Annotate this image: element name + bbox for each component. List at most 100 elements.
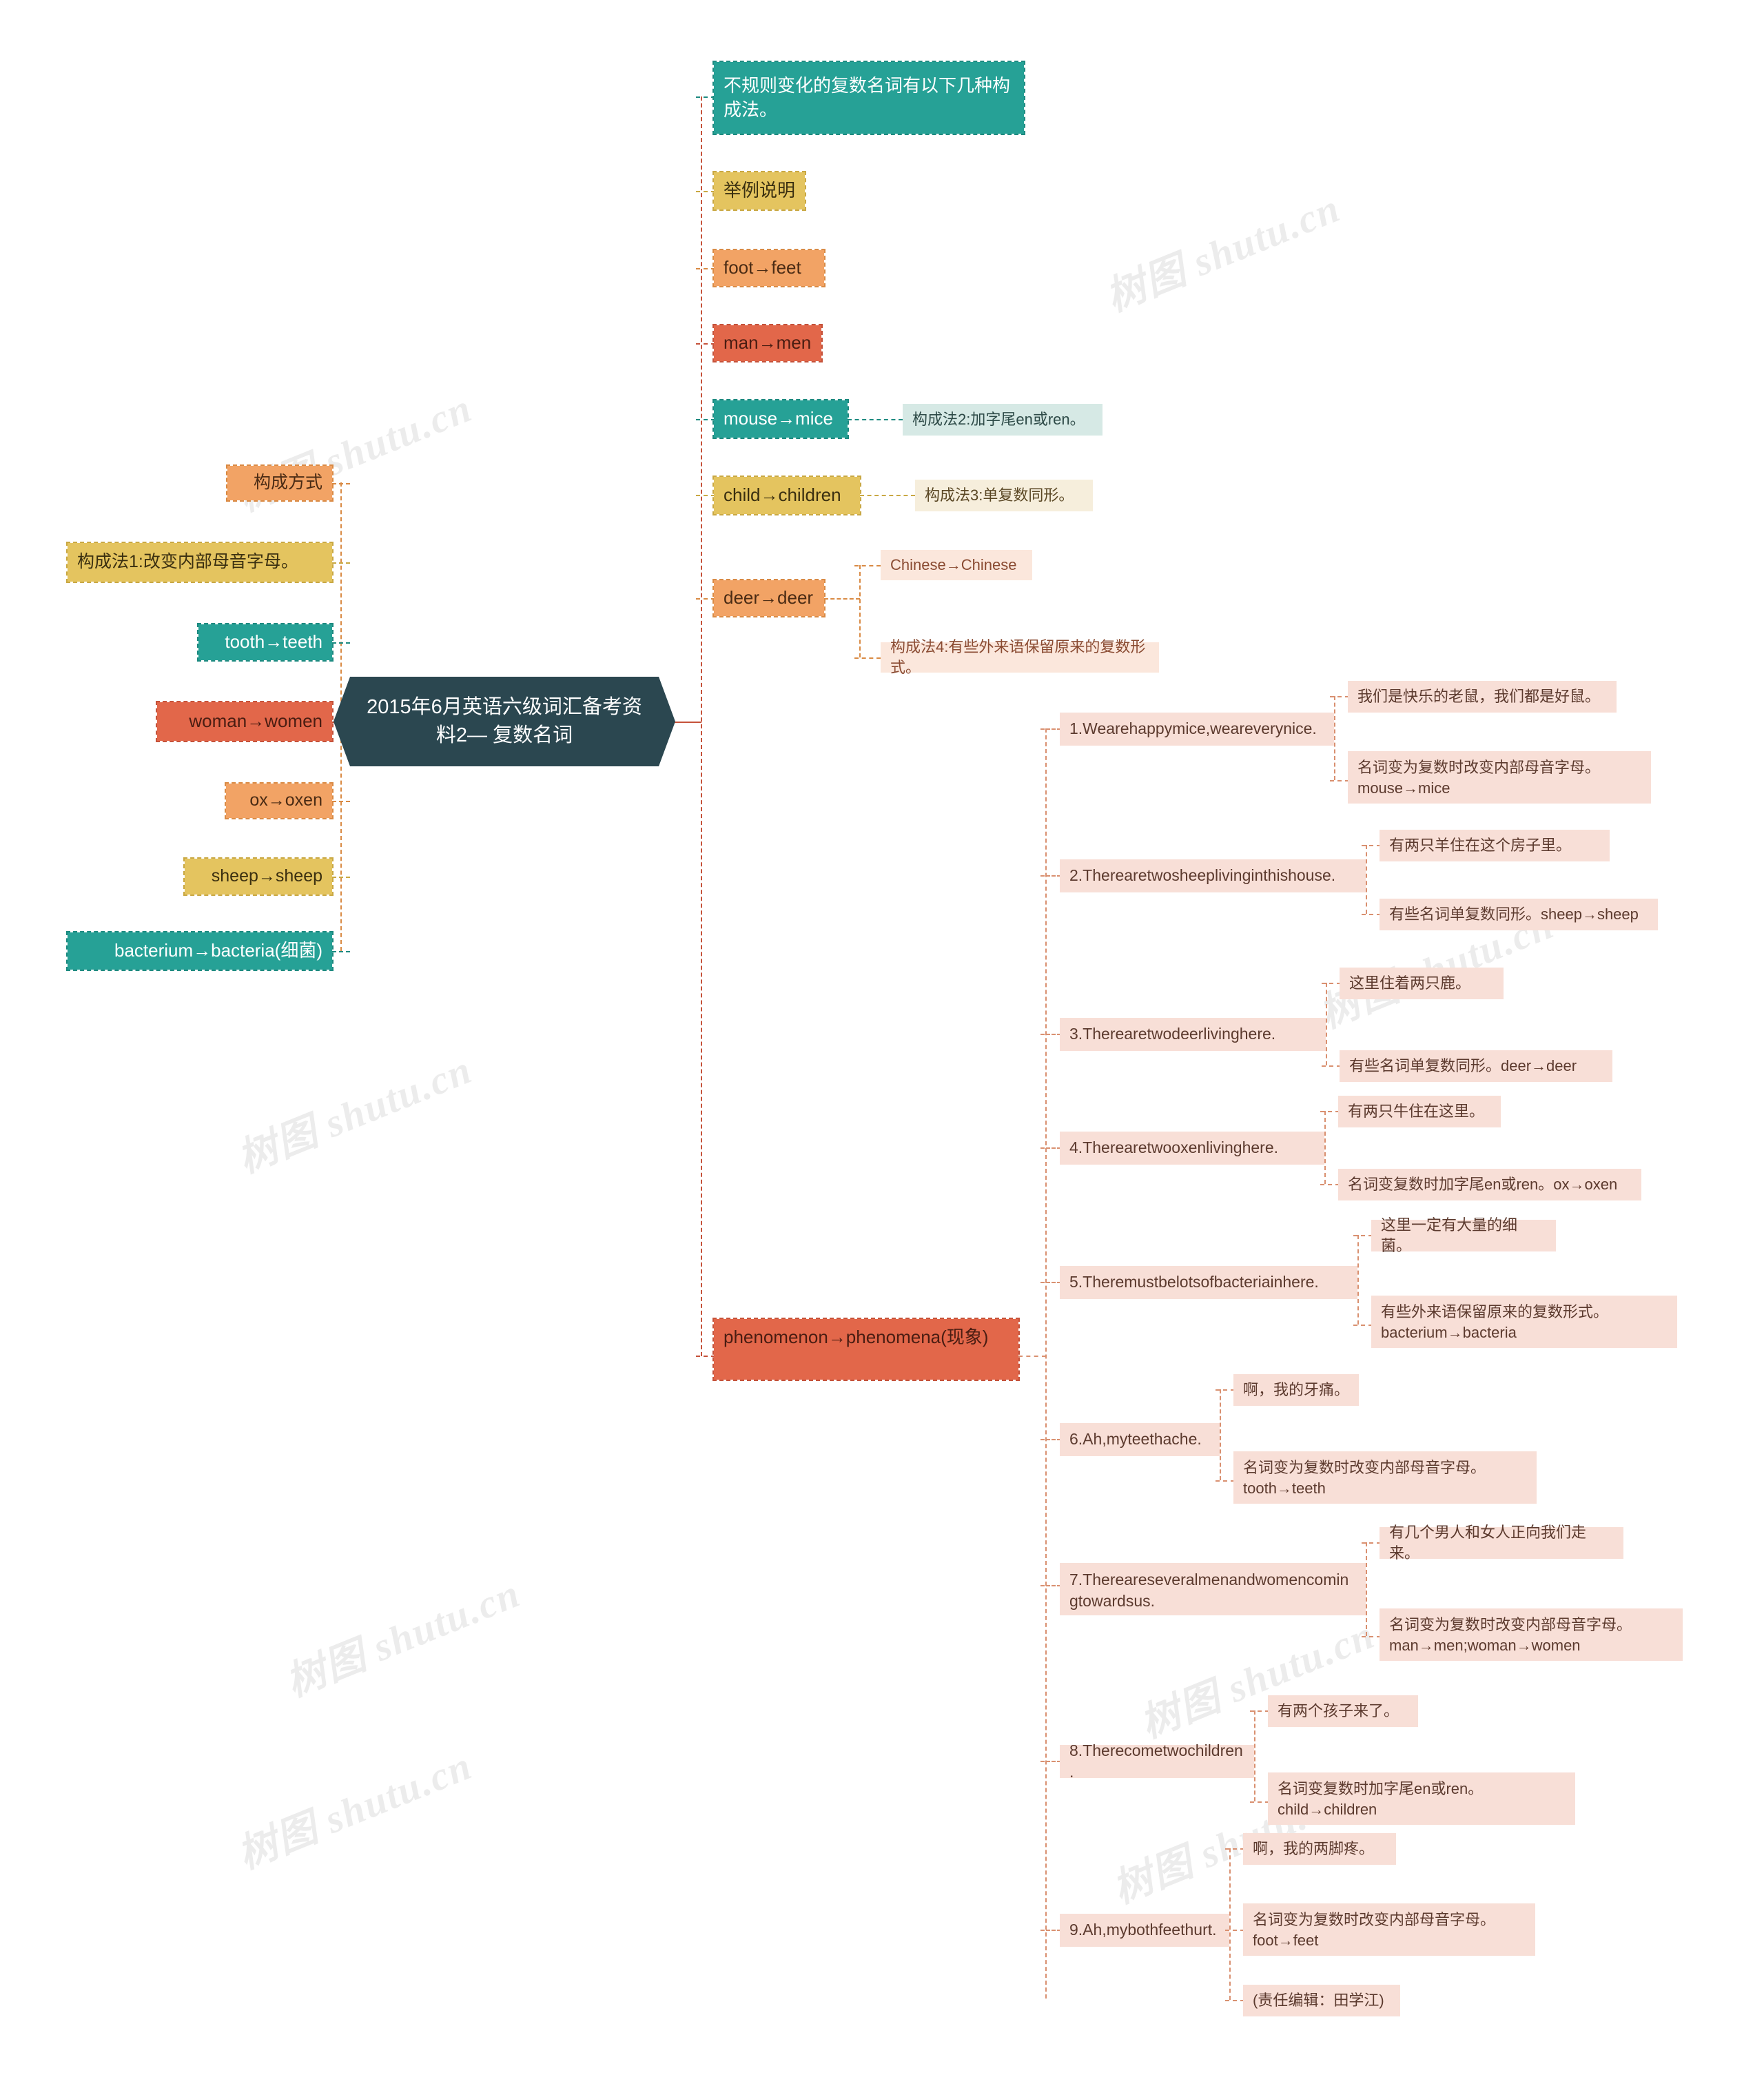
connector-stub: [1250, 1710, 1269, 1712]
connector-example-branch: [1366, 1542, 1367, 1636]
connector-stub: [1040, 1761, 1061, 1762]
example-sentence[interactable]: 8.Therecometwochildren.: [1060, 1741, 1254, 1781]
connector-stub: [696, 96, 715, 98]
node-tooth-teeth[interactable]: tooth→teeth: [197, 623, 334, 662]
connector-stub: [1362, 845, 1381, 846]
page-title[interactable]: 2015年6月英语六级词汇备考资料2— 复数名词: [334, 677, 675, 766]
annotation-chinese-chinese: Chinese→Chinese: [881, 550, 1032, 580]
connector-stub: [1040, 1147, 1061, 1149]
connector-center-right: [674, 722, 701, 723]
example-rule: 名词变复数时加字尾en或ren。child→children: [1268, 1772, 1575, 1825]
example-sentence[interactable]: 6.Ah,myteethache.: [1060, 1423, 1220, 1456]
connector-deer-b: [854, 657, 881, 659]
connector-stub: [1250, 1801, 1269, 1803]
node-foot-feet[interactable]: foot→feet: [712, 249, 825, 287]
example-sentence[interactable]: 9.Ah,mybothfeethurt.: [1060, 1914, 1229, 1947]
node-rule-1[interactable]: 构成法1:改变内部母音字母。: [66, 542, 334, 583]
node-phenomenon-phenomena[interactable]: phenomenon→phenomena(现象): [712, 1318, 1020, 1381]
connector-stub: [332, 801, 350, 802]
connector-example-branch: [1229, 1848, 1231, 2000]
example-translation: 啊，我的两脚疼。: [1243, 1833, 1396, 1865]
watermark: 树图 shutu.cn: [279, 1570, 527, 1706]
connector-mouse-note: [848, 419, 903, 420]
example-sentence[interactable]: 2.Therearetwosheeplivinginthishouse.: [1060, 859, 1366, 892]
connector-stub: [1353, 1325, 1373, 1326]
connector-stub: [696, 1356, 715, 1357]
connector-stub: [1330, 780, 1349, 781]
connector-example-branch: [1254, 1710, 1255, 1801]
node-woman-women[interactable]: woman→women: [156, 701, 334, 742]
node-man-men[interactable]: man→men: [712, 324, 823, 362]
connector-stub: [1216, 1480, 1235, 1482]
connector-example-branch: [1357, 1235, 1359, 1325]
connector-stub: [1040, 875, 1061, 877]
example-sentence[interactable]: 7.Thereareseveralmenandwomencomingtoward…: [1060, 1563, 1366, 1615]
example-translation: 我们是快乐的老鼠，我们都是好鼠。: [1348, 681, 1617, 713]
connector-stub: [1362, 1636, 1381, 1637]
example-sentence[interactable]: 4.Therearetwooxenlivinghere.: [1060, 1132, 1324, 1165]
connector-stub: [1040, 1034, 1061, 1035]
example-rule: 名词变复数时加字尾en或ren。ox→oxen: [1338, 1169, 1641, 1200]
node-ox-oxen[interactable]: ox→oxen: [225, 782, 334, 819]
node-sheep-sheep[interactable]: sheep→sheep: [183, 857, 334, 896]
node-bacterium-bacteria[interactable]: bacterium→bacteria(细菌): [66, 931, 334, 971]
connector-stub: [1225, 2000, 1244, 2001]
example-rule: 名词变为复数时改变内部母音字母。man→men;woman→women: [1380, 1608, 1683, 1661]
connector-stub: [332, 483, 350, 484]
connector-stub: [1040, 1585, 1061, 1586]
connector-stub: [1362, 1542, 1381, 1544]
connector-stub: [1362, 914, 1381, 915]
example-translation: 有两个孩子来了。: [1268, 1695, 1418, 1727]
connector-stub: [332, 562, 350, 564]
example-rule: 有些名词单复数同形。sheep→sheep: [1380, 899, 1658, 930]
connector-stub: [696, 268, 715, 269]
connector-stub: [332, 642, 350, 644]
node-child-children[interactable]: child→children: [712, 476, 861, 515]
connector-example-branch: [1366, 845, 1367, 914]
connector-stub: [1216, 1389, 1235, 1391]
example-rule: 名词变为复数时改变内部母音字母。foot→feet: [1243, 1903, 1535, 1956]
example-sentence[interactable]: 3.Therearetwodeerlivinghere.: [1060, 1018, 1326, 1051]
connector-stub: [1040, 1930, 1061, 1931]
watermark: 树图 shutu.cn: [1099, 185, 1347, 320]
node-intro-irregular-plurals[interactable]: 不规则变化的复数名词有以下几种构成法。: [712, 61, 1025, 135]
connector-child-note: [860, 495, 915, 496]
connector-example-branch: [1334, 696, 1335, 780]
annotation-mouse-rule: 构成法2:加字尾en或ren。: [903, 404, 1102, 436]
example-translation: 啊，我的牙痛。: [1233, 1374, 1359, 1406]
connector-example-branch: [1326, 983, 1327, 1065]
example-rule: 名词变为复数时改变内部母音字母。tooth→teeth: [1233, 1451, 1537, 1504]
connector-stub: [1322, 1065, 1341, 1067]
connector-stub: [1353, 1235, 1373, 1236]
connector-right-spine: [701, 96, 702, 1356]
connector-example-branch: [1220, 1389, 1221, 1480]
connector-stub: [1322, 983, 1341, 984]
node-examples-heading[interactable]: 举例说明: [712, 171, 806, 211]
connector-stub: [1040, 728, 1061, 730]
example-sentence[interactable]: 1.Wearehappymice,weareverynice.: [1060, 713, 1334, 746]
connector-stub: [1330, 696, 1349, 697]
node-deer-deer[interactable]: deer→deer: [712, 579, 825, 617]
annotation-rule-4: 构成法4:有些外来语保留原来的复数形式。: [881, 638, 1159, 676]
connector-stub: [1320, 1184, 1340, 1185]
connector-stub: [696, 191, 715, 192]
connector-stub: [696, 598, 715, 600]
watermark: 树图 shutu.cn: [231, 1742, 479, 1878]
connector-example-branch: [1324, 1111, 1326, 1184]
connector-deer-spine: [859, 565, 861, 657]
example-rule: 有些外来语保留原来的复数形式。bacterium→bacteria: [1371, 1296, 1677, 1348]
connector-stub: [332, 951, 350, 952]
example-rule: 有些名词单复数同形。deer→deer: [1340, 1050, 1612, 1082]
example-translation: 有几个男人和女人正向我们走来。: [1380, 1524, 1623, 1562]
connector-stub: [332, 877, 350, 878]
node-mouse-mice[interactable]: mouse→mice: [712, 399, 849, 439]
example-translation: 这里一定有大量的细菌。: [1371, 1216, 1556, 1254]
node-formation-method[interactable]: 构成方式: [226, 464, 334, 502]
connector-stub: [1225, 1848, 1244, 1850]
editor-note: (责任编辑：田学江): [1243, 1985, 1400, 2016]
connector-examples-spine: [1045, 728, 1047, 1999]
example-sentence[interactable]: 5.Theremustbelotsofbacteriainhere.: [1060, 1266, 1357, 1299]
example-rule: 名词变为复数时改变内部母音字母。mouse→mice: [1348, 751, 1651, 804]
connector-stub: [696, 419, 715, 420]
connector-stub: [696, 495, 715, 496]
